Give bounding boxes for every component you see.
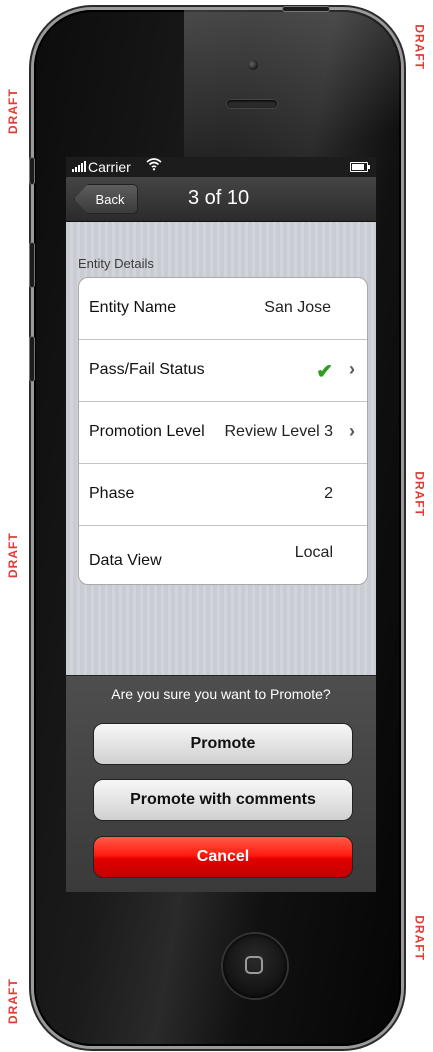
volume-up-button <box>30 243 34 287</box>
draft-watermark: DRAFT <box>413 915 427 961</box>
entity-details-group: Entity Name San Jose Pass/Fail Status ✔ … <box>78 277 368 585</box>
action-sheet: Are you sure you want to Promote? Promot… <box>66 675 376 892</box>
page-title: 3 of 10 <box>188 187 250 209</box>
signal-icon <box>72 161 86 172</box>
navigation-bar: Back 3 of 10 <box>66 177 376 222</box>
row-label: Data View <box>89 552 162 569</box>
row-label: Promotion Level <box>89 423 205 440</box>
row-label: Entity Name <box>89 299 177 316</box>
draft-watermark: DRAFT <box>413 471 427 517</box>
row-value: 2 <box>324 485 333 502</box>
details-content: Entity Details Entity Name San Jose Pass… <box>66 222 376 675</box>
row-data-view: Data View Local <box>79 526 367 584</box>
chevron-right-icon: › <box>349 359 355 379</box>
back-button[interactable]: Back <box>74 184 138 214</box>
row-value: San Jose <box>264 299 331 316</box>
section-title: Entity Details <box>78 256 154 271</box>
checkmark-icon: ✔ <box>316 361 333 383</box>
row-value: Review Level 3 <box>224 423 334 440</box>
row-pass-fail-status[interactable]: Pass/Fail Status ✔ › <box>79 340 367 402</box>
chevron-right-icon: › <box>349 421 355 441</box>
draft-watermark: DRAFT <box>6 978 20 1024</box>
home-button[interactable] <box>223 934 287 998</box>
promote-with-comments-button[interactable]: Promote with comments <box>93 779 353 821</box>
row-promotion-level[interactable]: Promotion Level Review Level 3 › <box>79 402 367 464</box>
status-bar: Carrier <box>66 157 376 177</box>
cancel-button[interactable]: Cancel <box>93 836 353 878</box>
mute-switch <box>30 158 34 184</box>
battery-icon <box>350 162 370 172</box>
action-sheet-question: Are you sure you want to Promote? <box>111 686 331 702</box>
row-label: Pass/Fail Status <box>89 361 205 378</box>
volume-down-button <box>30 337 34 381</box>
wifi-icon <box>146 157 162 174</box>
draft-watermark: DRAFT <box>413 24 427 70</box>
carrier-label: Carrier <box>88 159 131 175</box>
home-square-icon <box>245 956 263 974</box>
row-phase: Phase 2 <box>79 464 367 526</box>
row-entity-name: Entity Name San Jose <box>79 278 367 340</box>
row-value: Local <box>294 544 333 561</box>
promote-button[interactable]: Promote <box>93 723 353 765</box>
sleep-button <box>283 7 329 11</box>
front-camera <box>248 60 258 70</box>
earpiece-speaker <box>227 100 277 108</box>
row-label: Phase <box>89 485 135 502</box>
phone-screen: Carrier Back 3 of 10 Entity Details Enti… <box>66 157 376 892</box>
draft-watermark: DRAFT <box>6 88 20 134</box>
draft-watermark: DRAFT <box>6 532 20 578</box>
